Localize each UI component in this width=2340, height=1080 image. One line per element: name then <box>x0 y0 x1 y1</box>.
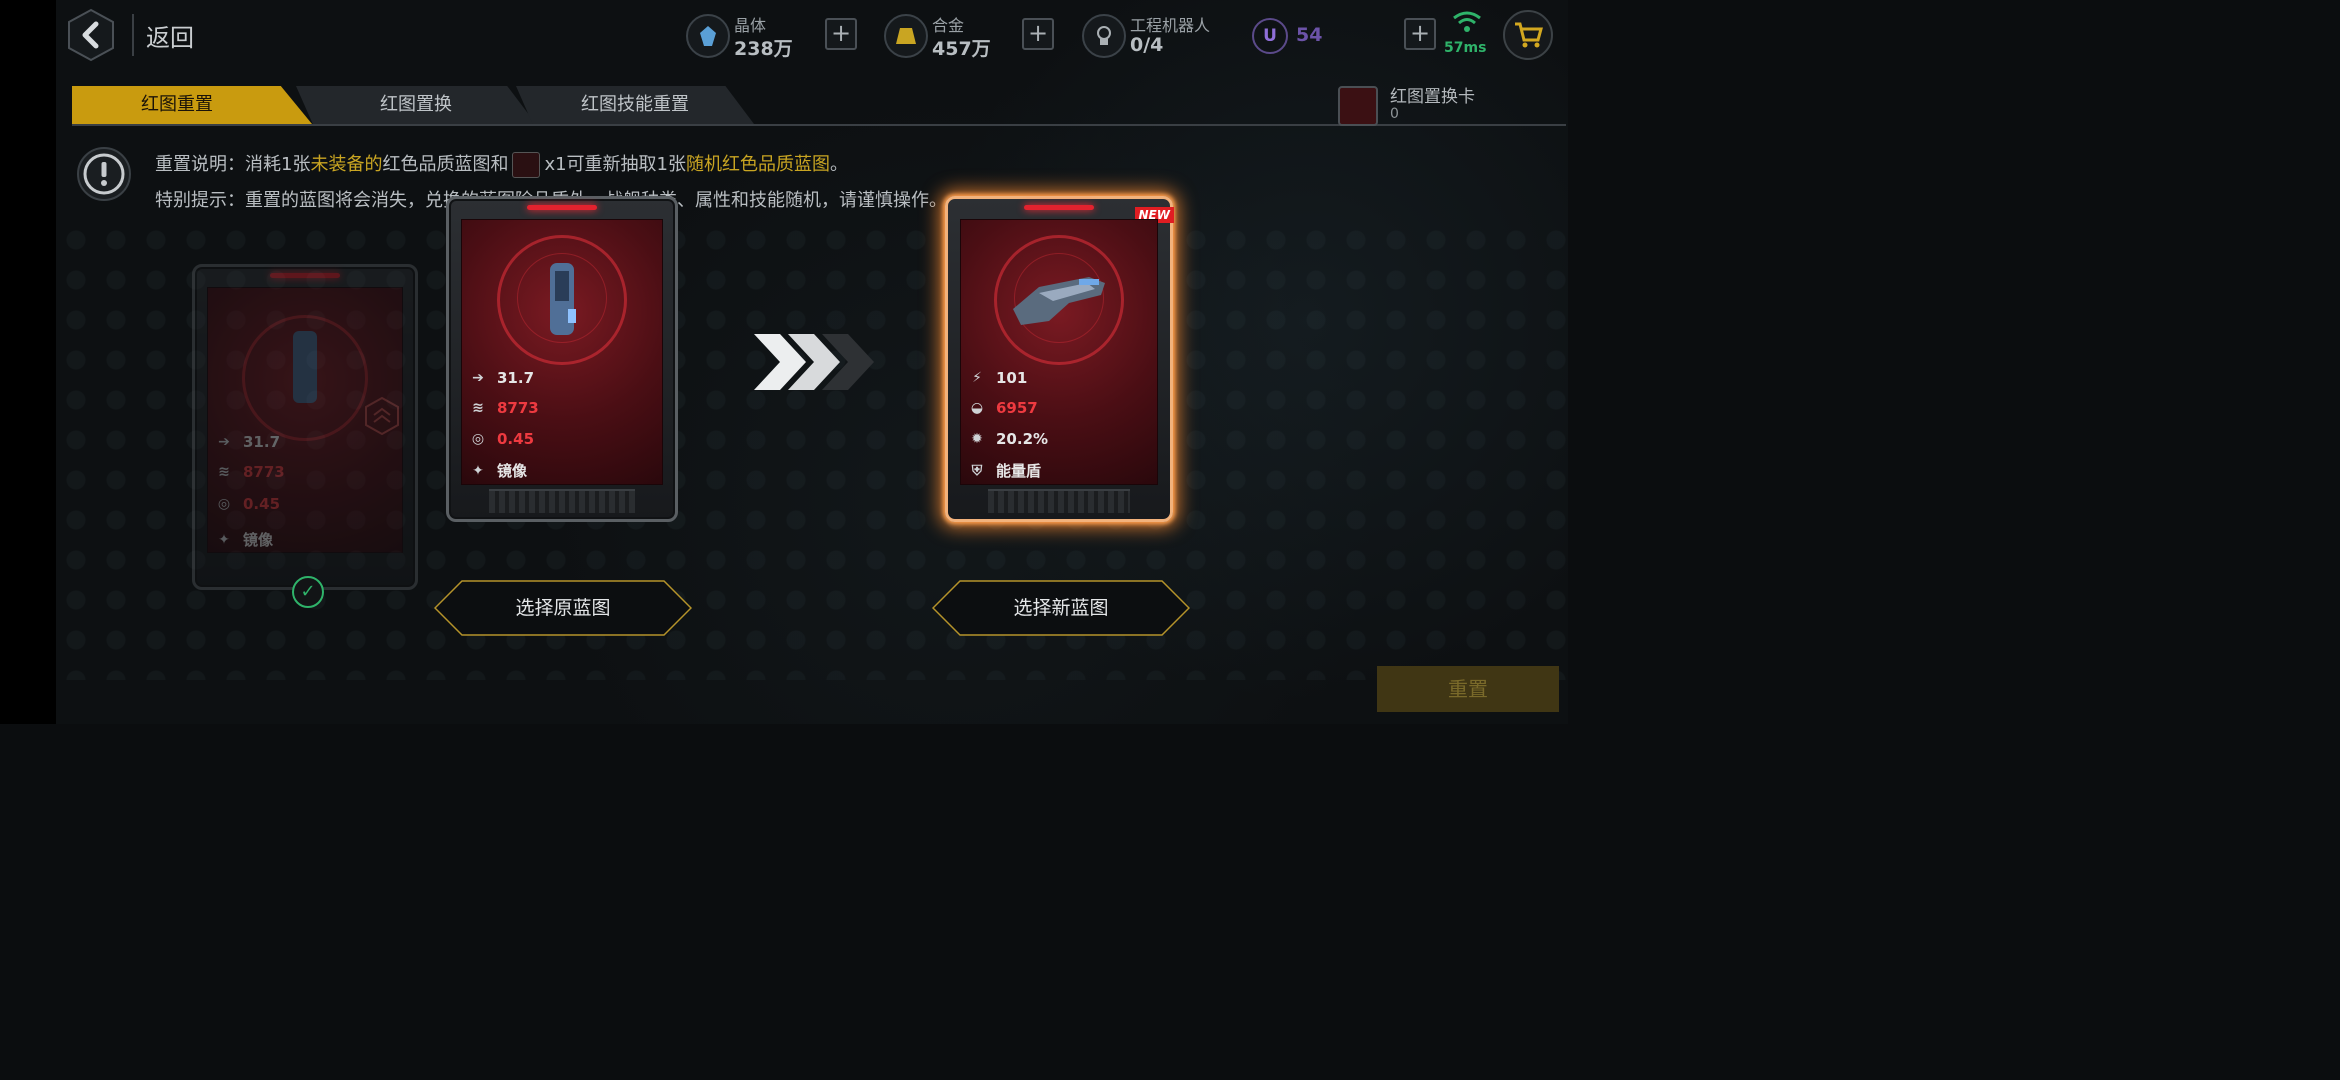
back-arrow-icon <box>68 8 114 62</box>
stat-hp: ◒ 6957 <box>964 399 1038 417</box>
stat-skill: ✦ 镜像 <box>211 529 273 550</box>
resource-name: 晶体 <box>734 16 767 35</box>
alloy-icon <box>884 14 928 58</box>
card-top-bar <box>527 205 597 210</box>
stat-skill: ⛨ 能量盾 <box>964 460 1041 481</box>
attack-icon: ⚡ <box>972 370 982 386</box>
select-original-label: 选择原蓝图 <box>515 597 611 619</box>
original-blueprint-card[interactable]: ➔ 31.7 ≋ 8773 ◎ 0.45 ✦ 镜像 <box>446 196 678 522</box>
hp-icon: ◒ <box>970 400 984 416</box>
swap-card-icon <box>1338 86 1378 126</box>
tab-red-reset[interactable]: 红图重置 <box>72 86 312 124</box>
resource-name: 合金 <box>932 16 965 35</box>
chevron-right-icon <box>754 334 874 390</box>
resource-value: 0/4 <box>1130 34 1164 56</box>
robot-icon <box>1082 14 1126 58</box>
stat-attack: ⚡ 101 <box>964 369 1027 387</box>
add-crystal-button[interactable]: + <box>825 18 857 50</box>
skill-icon: ✦ <box>218 531 230 548</box>
resource-value: 457万 <box>932 38 991 60</box>
skill-icon: ✦ <box>472 462 484 479</box>
swap-card-count: 0 <box>1390 106 1399 122</box>
ship-icon <box>550 263 576 335</box>
header-divider <box>132 14 134 56</box>
wifi-icon <box>1453 11 1481 32</box>
resource-name: 工程机器人 <box>1130 16 1211 35</box>
rate-icon: ◎ <box>471 431 485 447</box>
stat-speed: ➔ 31.7 <box>211 433 280 451</box>
stat-hp: ≋ 8773 <box>465 399 539 417</box>
hp-icon: ≋ <box>218 464 230 480</box>
stat-rate: ◎ 0.45 <box>211 495 280 513</box>
selected-check-icon: ✓ <box>292 576 324 608</box>
card-top-bar <box>1024 205 1094 210</box>
swap-card-mini-icon <box>512 152 541 178</box>
desc-text: x1可重新抽取1张 <box>544 154 687 175</box>
resource-value: 238万 <box>734 38 793 60</box>
crystal-icon <box>686 14 730 58</box>
reset-description: 重置说明：消耗1张未装备的红色品质蓝图和 x1可重新抽取1张随机红色品质蓝图。 <box>155 150 848 178</box>
crit-icon: ✹ <box>971 431 983 447</box>
blueprint-card-ghost: ➔ 31.7 ≋ 8773 ◎ 0.45 ✦ 镜像 <box>192 264 418 590</box>
exclamation-icon <box>77 147 131 201</box>
new-blueprint-card[interactable]: NEW ⚡ 101 ◒ 6957 ✹ 20.2% ⛨ 能量盾 <box>945 196 1174 522</box>
select-new-label: 选择新蓝图 <box>1013 597 1109 619</box>
ship-icon <box>293 331 317 403</box>
desc-highlight: 未装备的 <box>310 154 383 175</box>
rate-icon: ◎ <box>217 496 231 512</box>
desc-highlight: 随机红色品质蓝图 <box>686 154 831 175</box>
stat-speed: ➔ 31.7 <box>465 369 534 387</box>
add-u-currency-button[interactable]: + <box>1404 18 1436 50</box>
hp-icon: ≋ <box>472 400 484 416</box>
back-button[interactable] <box>66 8 116 62</box>
stat-hp: ≋ 8773 <box>211 463 285 481</box>
back-label[interactable]: 返回 <box>146 18 194 53</box>
shield-icon: ⛨ <box>971 462 983 479</box>
left-black-strip <box>0 0 56 724</box>
shop-cart-button[interactable] <box>1503 10 1553 60</box>
speed-icon: ➔ <box>472 370 484 386</box>
card-footer <box>988 489 1130 513</box>
ping-value: 57ms <box>1444 40 1487 56</box>
stat-crit: ✹ 20.2% <box>964 430 1048 448</box>
stat-skill: ✦ 镜像 <box>465 460 527 481</box>
stat-rate: ◎ 0.45 <box>465 430 534 448</box>
desc-text: 。 <box>830 154 849 175</box>
reset-button[interactable]: 重置 <box>1377 666 1559 712</box>
desc-text: 红色品质蓝图和 <box>382 154 509 175</box>
select-new-button[interactable]: 选择新蓝图 <box>932 580 1190 636</box>
tab-red-skill-reset[interactable]: 红图技能重置 <box>516 86 754 124</box>
add-alloy-button[interactable]: + <box>1022 18 1054 50</box>
u-currency-value: 54 <box>1296 24 1323 46</box>
ship-icon <box>1013 277 1105 325</box>
tab-red-swap[interactable]: 红图置换 <box>296 86 536 124</box>
speed-icon: ➔ <box>218 434 230 450</box>
select-original-button[interactable]: 选择原蓝图 <box>434 580 692 636</box>
desc-text: 重置说明：消耗1张 <box>155 154 311 175</box>
rank-icon <box>365 397 399 435</box>
cart-icon <box>1515 22 1543 48</box>
u-currency-icon: U <box>1252 18 1288 54</box>
card-footer <box>489 489 635 513</box>
swap-card-name: 红图置换卡 <box>1390 87 1475 107</box>
card-top-bar <box>270 273 340 278</box>
